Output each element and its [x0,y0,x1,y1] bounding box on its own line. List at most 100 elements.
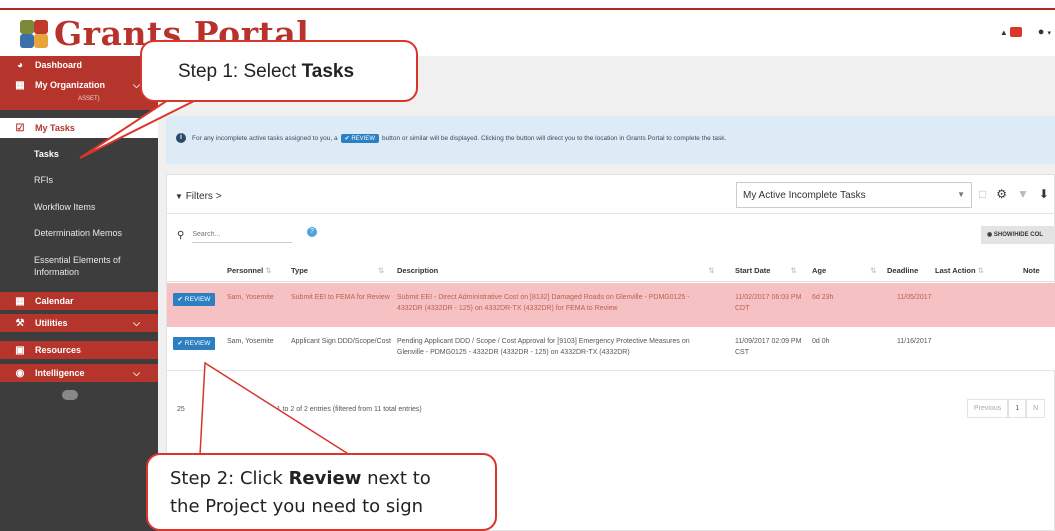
column-label: Start Date [735,266,771,275]
column-header-note[interactable]: Note [1023,266,1040,275]
panel-divider [167,213,1055,214]
notification-badge [1009,27,1022,37]
step2-callout: Step 2: Click Review next to the Project… [146,453,497,531]
task-view-selected: My Active Incomplete Tasks [743,190,866,201]
show-hide-columns-button[interactable]: ◉ SHOW/HIDE COL [981,226,1055,244]
cell-personnel: Sam, Yosemite [227,338,274,345]
cell-start-date: 11/02/2017 06:03 PM CDT [735,294,802,312]
step2-text-suffix: next to [361,468,431,489]
chevron-down-icon: ⌵ [133,367,140,378]
column-header-personnel[interactable]: Personnel ⇅ [227,266,272,275]
search-icon: ⚲ [177,229,185,241]
sidebar-subitem-essential-elements[interactable]: Essential Elements of Information [0,254,140,278]
eye-icon: ◉ [15,367,25,379]
info-icon: i [176,133,186,143]
sidebar-subitem-workflow-items[interactable]: Workflow Items [0,202,158,212]
review-button[interactable]: ✔ REVIEW [173,337,215,350]
sidebar-subitem-determination-memos[interactable]: Determination Memos [0,228,158,238]
table-header-divider [167,281,1055,282]
search-input[interactable] [192,227,293,243]
sidebar-subitem-rfis[interactable]: RFIs [0,175,158,185]
sidebar-item-label: Resources [35,345,82,355]
column-label: Note [1023,266,1040,275]
cell-age: 0d 0h [812,338,830,345]
notifications-button[interactable]: ▲ [1000,27,1022,37]
table-row: ✔ REVIEW Sam, Yosemite Submit EEI to FEM… [167,283,1055,327]
sidebar-item-dashboard[interactable]: ◕ Dashboard [0,56,158,74]
previous-page-button[interactable]: Previous [967,399,1009,418]
download-icon[interactable]: ⬇ [1039,187,1049,201]
column-header-start-date[interactable]: Start Date ⇅ [735,266,797,275]
filters-label: Filters > [185,191,222,202]
pagination: Previous 1 N [967,399,1046,418]
column-label: Type [291,266,308,275]
column-header-age[interactable]: Age ⇅ [812,266,876,275]
logo-mark-icon [18,18,50,50]
banner-text-after: button or similar will be displayed. Cli… [381,134,727,142]
sidebar-item-calendar[interactable]: ▦ Calendar [0,292,158,310]
filter-icon: ▼ [175,192,183,201]
collapse-sidebar-toggle[interactable] [62,390,78,400]
table-row: ✔ REVIEW Sam, Yosemite Applicant Sign DD… [167,327,1055,371]
user-menu-button[interactable]: ● ▾ [1038,26,1051,38]
step1-bold-text: Tasks [301,61,355,82]
filters-toggle[interactable]: ▼ Filters > [175,191,222,202]
sort-icon: ⇅ [265,266,272,275]
page-size-select[interactable]: 25 [177,406,185,413]
entries-info: ng 1 to 2 of 2 entries (filtered from 11… [267,406,422,413]
cell-description: Submit EEI - Direct Administrative Cost … [397,294,690,312]
info-banner-text: i For any incomplete active tasks assign… [176,133,726,143]
save-icon[interactable]: □ [979,187,986,201]
sidebar-item-label: Dashboard [35,60,83,70]
cell-type: Submit EEI to FEMA for Review [291,294,390,301]
header-icons: ▲ ● ▾ [1000,26,1051,38]
sidebar: ◕ Dashboard ▦ My Organization ⌵ ASSET) ☑… [0,56,158,531]
column-header-last-action[interactable]: Last Action ⇅ [935,266,984,275]
book-icon: ▣ [15,344,25,356]
sidebar-item-label: My Tasks [35,123,75,133]
column-label: Description [397,266,439,275]
bell-icon: ▲ [999,27,1008,37]
sidebar-item-my-tasks[interactable]: ☑ My Tasks [0,118,158,138]
next-page-button[interactable]: N [1026,399,1046,418]
checkbox-icon: ☑ [15,122,25,134]
caret-down-icon: ▼ [957,190,965,199]
sidebar-subitem-tasks[interactable]: Tasks [0,149,158,159]
dashboard-icon: ◕ [16,59,24,71]
clear-filter-icon[interactable]: ▼ [1017,187,1029,201]
chevron-down-icon: ⌵ [133,317,140,328]
cell-type: Applicant Sign DDD/Scope/Cost [291,338,391,345]
column-label: Last Action [935,266,976,275]
sidebar-item-utilities[interactable]: ⚒ Utilities ⌵ [0,314,158,332]
sidebar-item-resources[interactable]: ▣ Resources [0,341,158,359]
page-1-button[interactable]: 1 [1008,399,1027,418]
user-icon: ● [1037,26,1045,38]
sort-icon: ⇅ [708,266,715,275]
cell-deadline: 11/16/2017 [897,338,932,345]
sidebar-item-my-organization[interactable]: ▦ My Organization ⌵ ASSET) [0,74,158,110]
review-button-label: REVIEW [184,340,211,347]
sidebar-item-label: My Organization [35,80,106,90]
sidebar-item-label: Utilities [35,318,68,328]
cell-deadline: 11/05/2017 [897,294,932,301]
sidebar-item-label: Calendar [35,296,74,306]
step2-line2: the Project you need to sign [170,496,424,517]
help-icon[interactable]: ? [307,227,317,237]
column-header-type[interactable]: Type ⇅ [291,266,384,275]
task-view-select[interactable]: My Active Incomplete Tasks ▼ [736,182,972,208]
sort-icon: ⇅ [977,266,984,275]
sort-icon: ⇅ [377,266,385,275]
step2-bold-text: Review [288,468,362,489]
sort-icon: ⇅ [790,266,797,275]
step2-line1: Step 2: Click Review next to [170,465,495,493]
gear-icon[interactable]: ⚙ [996,187,1007,201]
panel-toolbar: □ ⚙ ▼ ⬇ [979,187,1049,201]
column-header-description[interactable]: Description ⇅ [397,266,715,275]
column-header-deadline[interactable]: Deadline [887,266,918,275]
review-button[interactable]: ✔ REVIEW [173,293,215,306]
sidebar-item-intelligence[interactable]: ◉ Intelligence ⌵ [0,364,158,382]
chevron-down-icon: ⌵ [133,80,140,90]
banner-review-sample: ✔ REVIEW [340,133,379,143]
column-label: Deadline [887,266,919,275]
sort-icon: ⇅ [870,266,877,275]
